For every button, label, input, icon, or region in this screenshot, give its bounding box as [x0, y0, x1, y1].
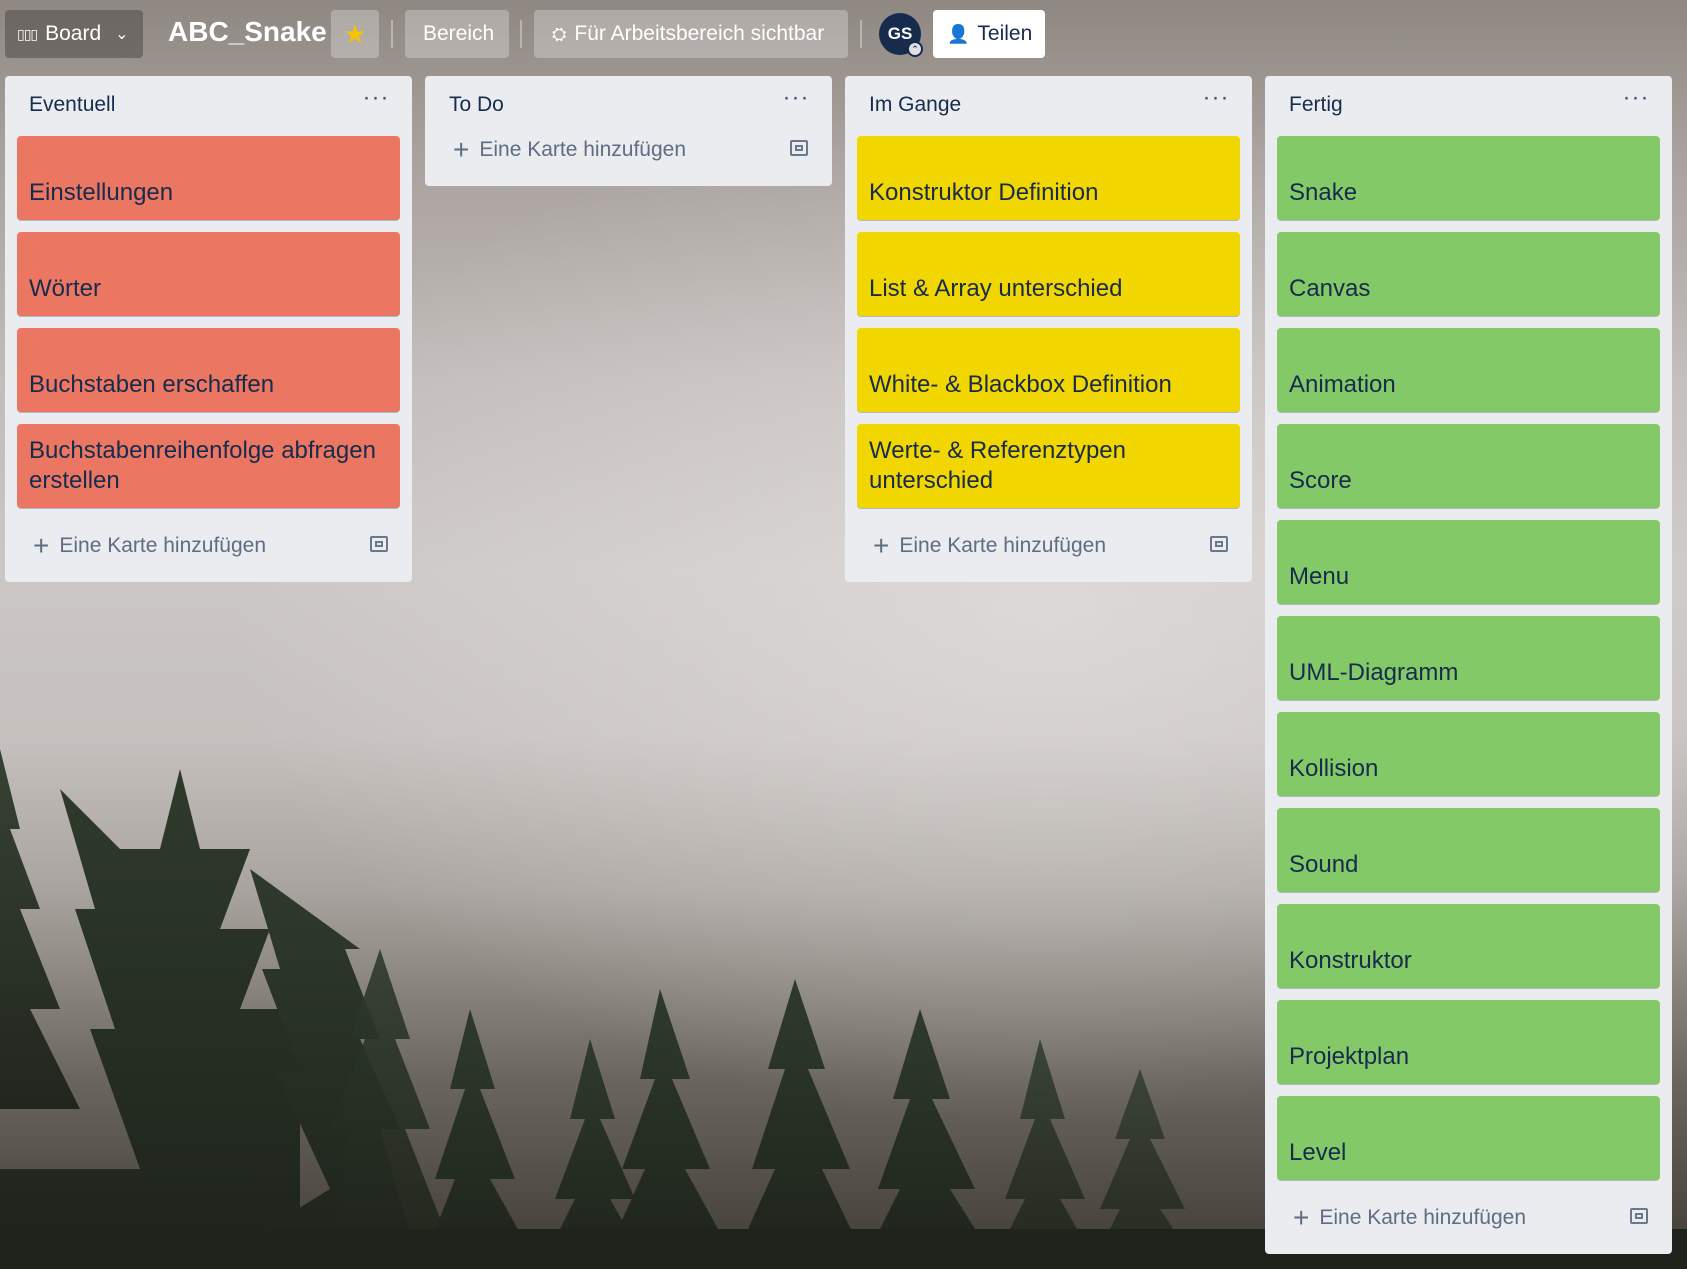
- card-title: Wörter: [29, 275, 101, 302]
- plus-icon: +: [1293, 1202, 1310, 1233]
- card-title: Score: [1289, 467, 1352, 494]
- chevron-down-icon: ⌄: [115, 26, 129, 43]
- add-card-label: Eine Karte hinzufügen: [59, 534, 267, 557]
- avatar[interactable]: GS ⌃: [879, 13, 923, 57]
- plus-icon: +: [453, 134, 470, 165]
- more-options-icon[interactable]: ···: [780, 86, 812, 118]
- card[interactable]: Wörter: [17, 232, 400, 316]
- card[interactable]: Level: [1277, 1096, 1660, 1180]
- card[interactable]: Werte- & Referenztypen unterschied: [857, 424, 1240, 508]
- list-todo: To Do ··· + Eine Karte hinzufügen: [425, 76, 832, 186]
- board-icon: ▯▯▯: [17, 25, 38, 42]
- card[interactable]: Animation: [1277, 328, 1660, 412]
- card[interactable]: White- & Blackbox Definition: [857, 328, 1240, 412]
- card[interactable]: Buchstaben erschaffen: [17, 328, 400, 412]
- list-header: Im Gange ···: [857, 76, 1240, 136]
- plus-icon: +: [33, 530, 50, 561]
- header-divider: [520, 20, 522, 48]
- card[interactable]: Projektplan: [1277, 1000, 1660, 1084]
- header-divider: [860, 20, 862, 48]
- list-title[interactable]: Im Gange: [869, 93, 961, 117]
- more-options-icon[interactable]: ···: [1200, 86, 1232, 118]
- add-card-button[interactable]: + Eine Karte hinzufügen: [857, 520, 1240, 572]
- card[interactable]: Canvas: [1277, 232, 1660, 316]
- card-template-icon[interactable]: [1630, 1208, 1648, 1224]
- star-icon: ★: [343, 18, 367, 49]
- card[interactable]: Score: [1277, 424, 1660, 508]
- list-fertig: Fertig ··· Snake Canvas Animation Score …: [1265, 76, 1672, 1254]
- card[interactable]: UML-Diagramm: [1277, 616, 1660, 700]
- more-options-icon[interactable]: ···: [360, 86, 392, 118]
- board-view-switcher[interactable]: ▯▯▯ Board ⌄: [5, 10, 143, 58]
- more-options-icon[interactable]: ···: [1620, 86, 1652, 118]
- card-title: Animation: [1289, 371, 1396, 398]
- card-title: White- & Blackbox Definition: [869, 371, 1172, 398]
- list-title[interactable]: Eventuell: [29, 93, 115, 117]
- card-title: Projektplan: [1289, 1043, 1410, 1070]
- add-card-label: Eine Karte hinzufügen: [899, 534, 1107, 557]
- card-template-icon[interactable]: [370, 536, 388, 552]
- card-title: Einstellungen: [29, 179, 174, 206]
- card-title: Konstruktor: [1289, 947, 1412, 974]
- add-card-label: Eine Karte hinzufügen: [1319, 1206, 1527, 1229]
- card[interactable]: Buchstabenreihenfolge abfragen erstellen: [17, 424, 400, 508]
- share-button[interactable]: 👤 Teilen: [933, 10, 1045, 58]
- card-title: Buchstaben erschaffen: [29, 371, 275, 398]
- card[interactable]: Sound: [1277, 808, 1660, 892]
- card-title: Buchstabenreihenfolge abfragen erstellen: [29, 437, 376, 494]
- list-header: Eventuell ···: [17, 76, 400, 136]
- list-header: Fertig ···: [1277, 76, 1660, 136]
- workspace-visibility-icon: ⛭: [552, 23, 567, 44]
- card[interactable]: Einstellungen: [17, 136, 400, 220]
- admin-badge-icon: ⌃: [907, 41, 923, 57]
- list-im-gange: Im Gange ··· Konstruktor Definition List…: [845, 76, 1252, 582]
- card-title: Konstruktor Definition: [869, 179, 1099, 206]
- add-card-button[interactable]: + Eine Karte hinzufügen: [437, 124, 820, 176]
- member-initials: GS: [887, 24, 913, 43]
- plus-icon: +: [873, 530, 890, 561]
- board-title[interactable]: ABC_Snake: [168, 16, 327, 48]
- card-title: List & Array unterschied: [869, 275, 1123, 302]
- card[interactable]: Snake: [1277, 136, 1660, 220]
- card-title: Sound: [1289, 851, 1359, 878]
- card[interactable]: List & Array unterschied: [857, 232, 1240, 316]
- add-member-icon: 👤: [947, 23, 970, 44]
- card-template-icon[interactable]: [1210, 536, 1228, 552]
- card[interactable]: Menu: [1277, 520, 1660, 604]
- card-title: Level: [1289, 1139, 1347, 1166]
- star-board-button[interactable]: ★: [331, 10, 379, 58]
- visibility-label: Für Arbeitsbereich sichtbar: [574, 22, 825, 45]
- card[interactable]: Kollision: [1277, 712, 1660, 796]
- card-title: UML-Diagramm: [1289, 659, 1459, 686]
- list-eventuell: Eventuell ··· Einstellungen Wörter Buchs…: [5, 76, 412, 582]
- card[interactable]: Konstruktor Definition: [857, 136, 1240, 220]
- workspace-label: Bereich: [423, 22, 495, 45]
- board-header: ▯▯▯ Board ⌄ ABC_Snake ★ Bereich ⛭ Für Ar…: [0, 0, 1687, 70]
- card-title: Werte- & Referenztypen unterschied: [869, 437, 1127, 494]
- board-view-label: Board: [45, 22, 102, 45]
- card[interactable]: Konstruktor: [1277, 904, 1660, 988]
- card-title: Snake: [1289, 179, 1358, 206]
- list-title[interactable]: To Do: [449, 93, 504, 117]
- card-template-icon[interactable]: [790, 140, 808, 156]
- card-title: Canvas: [1289, 275, 1371, 302]
- add-card-button[interactable]: + Eine Karte hinzufügen: [1277, 1192, 1660, 1244]
- header-divider: [391, 20, 393, 48]
- visibility-button[interactable]: ⛭ Für Arbeitsbereich sichtbar: [534, 10, 848, 58]
- card-title: Kollision: [1289, 755, 1379, 782]
- list-title[interactable]: Fertig: [1289, 93, 1343, 117]
- add-card-label: Eine Karte hinzufügen: [479, 138, 687, 161]
- card-title: Menu: [1289, 563, 1350, 590]
- share-label: Teilen: [977, 22, 1033, 45]
- add-card-button[interactable]: + Eine Karte hinzufügen: [17, 520, 400, 572]
- workspace-button[interactable]: Bereich: [405, 10, 509, 58]
